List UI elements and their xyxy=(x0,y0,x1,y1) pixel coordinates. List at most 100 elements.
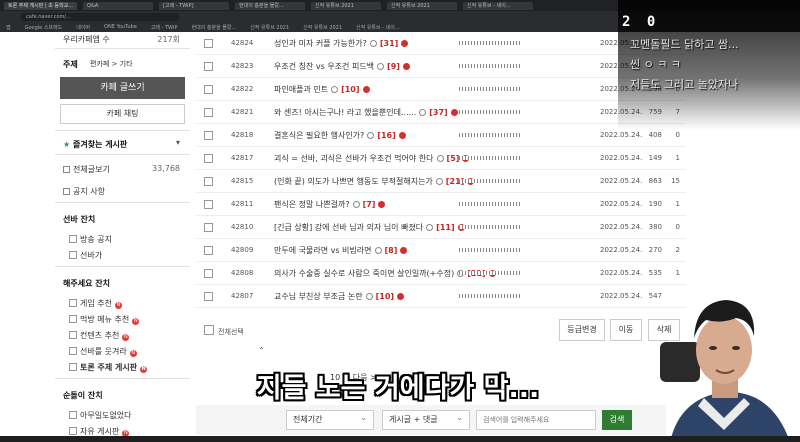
sidebar-item-board[interactable]: 아무일도없었다 xyxy=(69,410,132,421)
url-field[interactable]: cafe.naver.com/... xyxy=(20,12,180,21)
post-title: 의사가 수술중 실수로 사람으 죽이면 살인일까(+수정) xyxy=(274,269,455,278)
move-button[interactable]: 이동 xyxy=(610,319,642,341)
sidebar-item-board[interactable]: 먹방 메뉴 추천 N xyxy=(69,314,140,325)
browser-tab[interactable]: 신작 유튜브 2021 xyxy=(387,1,458,10)
post-title-link[interactable]: 괴식 = 선바, 괴식은 선바가 우조건 먹어야 한다 [5] xyxy=(274,153,470,164)
browser-tab[interactable]: Q&A xyxy=(83,1,154,10)
bookmark-item[interactable]: ONE YouTube xyxy=(104,24,137,30)
sidebar-item-board[interactable]: 방송 공지 xyxy=(69,234,112,245)
author-name[interactable] xyxy=(459,225,521,229)
post-title-link[interactable]: 우조건 칭찬 vs 우조건 피드백 [9] xyxy=(274,61,410,72)
browser-tab[interactable]: 현대의 흥분을 몰랐... xyxy=(235,1,306,10)
search-input[interactable] xyxy=(476,410,596,430)
divider xyxy=(55,154,190,155)
bookmark-item[interactable]: Google 스프레드 xyxy=(25,24,63,31)
author-name[interactable] xyxy=(459,156,521,160)
post-title-link[interactable]: [긴급 상황] 강에 선바 님과 의자 님이 빠졌다 [11] xyxy=(274,222,465,233)
row-checkbox[interactable] xyxy=(204,292,213,301)
period-select[interactable]: 전체기간 xyxy=(286,409,374,430)
search-button[interactable]: 검색 xyxy=(602,410,632,430)
row-checkbox[interactable] xyxy=(204,177,213,186)
post-title-link[interactable]: 팬식은 정말 나쁜걸까? [7] xyxy=(274,199,386,210)
streamer-image xyxy=(660,300,790,442)
bookmark-item[interactable]: 신작 유튜브 2021 xyxy=(250,24,289,31)
bookmark-item[interactable]: 앱 xyxy=(6,24,11,31)
author-name[interactable] xyxy=(459,41,521,45)
row-checkbox[interactable] xyxy=(204,62,213,71)
section-title: 순돌이 잔치 xyxy=(63,391,103,400)
row-checkbox[interactable] xyxy=(204,131,213,140)
bookmark-item[interactable]: 신작 유튜브 - 네이... xyxy=(356,24,400,31)
bookmark-item[interactable]: 고래 - TWIP xyxy=(151,24,178,31)
row-checkbox[interactable] xyxy=(204,39,213,48)
row-checkbox[interactable] xyxy=(204,246,213,255)
poll-icon xyxy=(377,63,385,70)
new-badge-icon: N xyxy=(129,350,137,357)
author-name[interactable] xyxy=(459,179,521,183)
comment-count[interactable]: [10] xyxy=(376,292,394,301)
author-name[interactable] xyxy=(459,202,521,206)
author-name[interactable] xyxy=(459,294,521,298)
row-checkbox[interactable] xyxy=(204,269,213,278)
comment-count[interactable]: [11] xyxy=(436,223,454,232)
post-title: 만두에 국물라면 vs 비빔라면 xyxy=(274,246,372,255)
post-title-link[interactable]: 교수님 부친상 부조금 논란 [10] xyxy=(274,291,405,302)
bookmark-item[interactable]: 신작 유튜브 2021 xyxy=(303,24,342,31)
browser-tab[interactable]: [고래 - TWIP] xyxy=(159,1,230,10)
comment-count[interactable]: [7] xyxy=(363,200,376,209)
cafe-chat-button[interactable]: 카페 채팅 xyxy=(60,104,185,124)
sidebar-item-board[interactable]: 컨텐츠 추천 N xyxy=(69,330,130,341)
sidebar-item-board[interactable]: 게임 추천 N xyxy=(69,298,122,309)
bookmark-item[interactable]: 네이버 xyxy=(76,24,90,31)
post-title-link[interactable]: 만두에 국물라면 vs 비빔라면 [8] xyxy=(274,245,408,256)
sidebar-item-board[interactable]: 선바를 웃겨라 N xyxy=(69,346,137,357)
author-name[interactable] xyxy=(459,248,521,252)
cafe-write-button[interactable]: 카페 글쓰기 xyxy=(60,77,185,99)
author-name[interactable] xyxy=(459,271,521,275)
sidebar-item-label: 전체글보기 xyxy=(73,165,110,174)
browser-tab[interactable]: 신작 유튜브 - 네이... xyxy=(463,1,534,10)
post-title-link[interactable]: 결혼식은 필요한 행사인가? [16] xyxy=(274,130,406,141)
comment-count[interactable]: [10] xyxy=(341,85,359,94)
author-name[interactable] xyxy=(459,133,521,137)
comment-count[interactable]: [8] xyxy=(385,246,398,255)
browser-tab[interactable]: 토론 주제 게시판 | 초 등학교... xyxy=(4,1,78,10)
chevron-down-icon[interactable]: ▾ xyxy=(176,138,180,147)
scope-select[interactable]: 게시글 + 댓글 xyxy=(382,409,470,430)
favorites-header[interactable]: ★ 즐겨찾는 게시판 xyxy=(63,139,127,150)
list-icon xyxy=(63,166,70,173)
comment-count[interactable]: [31] xyxy=(380,39,398,48)
table-row: 42807교수님 부친상 부조금 논란[10]2022.05.24.547 xyxy=(196,285,686,308)
post-title-link[interactable]: 파인애플과 민트 [10] xyxy=(274,84,370,95)
post-title-link[interactable]: (인화 끝) 의도가 나쁘면 행동도 부적절해지는가 [21] xyxy=(274,176,475,187)
comment-count[interactable]: [9] xyxy=(387,62,400,71)
post-title-link[interactable]: 와 센즈! 아시는구나! 라고 했을뿐인데...... [37] xyxy=(274,107,458,118)
sidebar-item-notice[interactable]: 공지 사항 xyxy=(63,186,105,197)
row-checkbox[interactable] xyxy=(204,223,213,232)
new-badge-icon xyxy=(402,63,410,70)
new-badge-icon xyxy=(450,109,458,116)
poll-icon xyxy=(435,178,443,185)
row-checkbox[interactable] xyxy=(204,200,213,209)
sidebar-item-board[interactable]: 선바가 xyxy=(69,250,102,261)
author-name[interactable] xyxy=(459,110,521,114)
post-title-link[interactable]: 성인과 미자 커플 가능한가? [31] xyxy=(274,38,409,49)
author-name[interactable] xyxy=(459,87,521,91)
table-row: 42824성인과 미자 커플 가능한가?[31]2022.05.24. xyxy=(196,32,686,55)
sidebar-item-all-posts[interactable]: 전체글보기 xyxy=(63,164,110,175)
row-checkbox[interactable] xyxy=(204,108,213,117)
bookmark-item[interactable]: 현대의 흥분을 몰랐... xyxy=(191,24,236,31)
sidebar-app-label: 우리카페앱 수 xyxy=(63,34,110,45)
new-badge-icon: N xyxy=(114,302,122,309)
author-name[interactable] xyxy=(459,64,521,68)
comment-count[interactable]: [16] xyxy=(377,131,395,140)
sidebar-item-board-active[interactable]: 토론 주제 게시판 N xyxy=(69,362,148,373)
grade-change-button[interactable]: 등급변경 xyxy=(559,319,605,341)
select-all-checkbox[interactable]: 전체선택 xyxy=(204,325,244,337)
row-checkbox[interactable] xyxy=(204,85,213,94)
row-checkbox[interactable] xyxy=(204,154,213,163)
comment-count[interactable]: [37] xyxy=(429,108,447,117)
poll-icon xyxy=(331,86,339,93)
browser-tab[interactable]: 신작 유튜브 2021 xyxy=(311,1,382,10)
comment-count[interactable]: [5] xyxy=(447,154,460,163)
